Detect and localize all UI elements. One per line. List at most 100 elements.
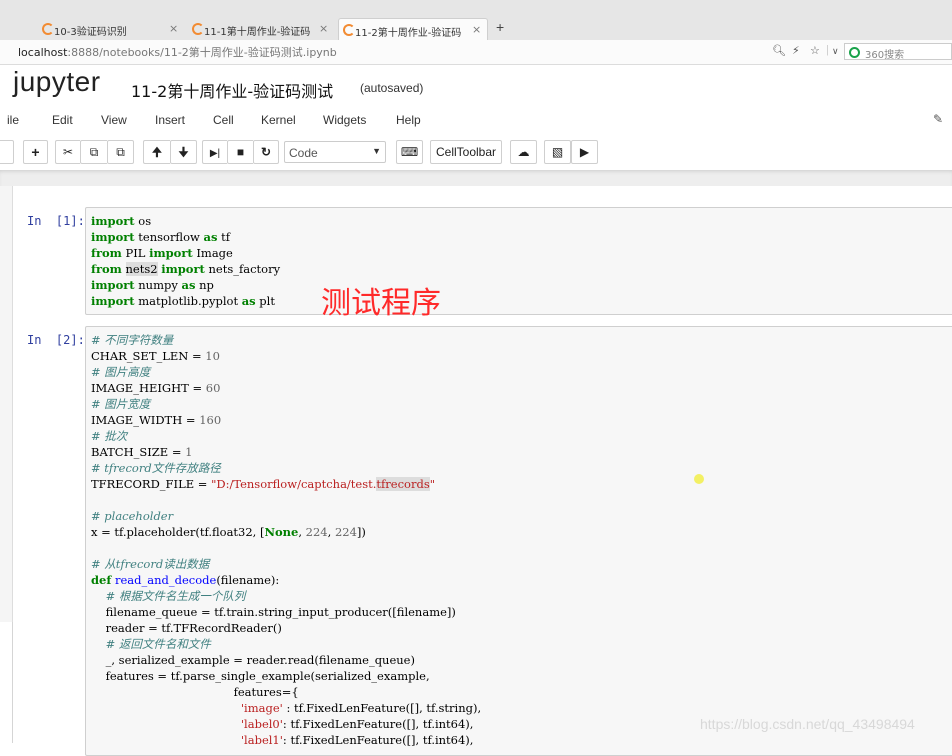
code-line: x = tf.placeholder(tf.float32, [None, 22… xyxy=(91,525,366,539)
loading-icon xyxy=(42,23,54,35)
celltoolbar-button[interactable]: CellToolbar xyxy=(430,140,502,164)
url-host: localhost xyxy=(18,46,68,59)
move-up-button[interactable]: 🠉 xyxy=(143,140,170,164)
play-icon: ▶ xyxy=(579,145,590,159)
code-line: def read_and_decode(filename): xyxy=(91,573,280,587)
menu-edit[interactable]: Edit xyxy=(52,113,73,127)
code-line: reader = tf.TFRecordReader() xyxy=(91,621,282,635)
save-button[interactable] xyxy=(0,140,14,164)
watermark: https://blog.csdn.net/qq_43498494 xyxy=(700,716,915,732)
code-line: features={ xyxy=(91,685,299,699)
code-line: IMAGE_WIDTH = 160 xyxy=(91,413,222,427)
search-engine-icon xyxy=(849,47,860,58)
code-line: 'label0': tf.FixedLenFeature([], tf.int6… xyxy=(240,717,474,731)
browser-tab[interactable]: 10-3验证码识别 × xyxy=(38,18,186,40)
refresh-icon: ↻ xyxy=(260,145,272,159)
code-line: # placeholder xyxy=(91,509,174,523)
star-icon[interactable]: ☆ xyxy=(810,44,820,57)
code-line: import matplotlib.pyplot as plt xyxy=(91,294,275,308)
tab-close-icon[interactable]: × xyxy=(169,22,178,35)
code-line: 'label1': tf.FixedLenFeature([], tf.int6… xyxy=(240,733,474,747)
presentation-button[interactable]: ▶ xyxy=(571,140,598,164)
scissors-icon: ✂ xyxy=(62,145,74,159)
menu-insert[interactable]: Insert xyxy=(155,113,185,127)
cloud-upload-icon: ☁ xyxy=(517,145,530,159)
save-status: (autosaved) xyxy=(360,81,424,95)
code-line: 'image' : tf.FixedLenFeature([], tf.stri… xyxy=(240,701,482,715)
code-line: # 不同字符数量 xyxy=(91,333,174,347)
code-line: IMAGE_HEIGHT = 60 xyxy=(91,381,221,395)
code-line: # 从tfrecord读出数据 xyxy=(91,557,210,571)
cell-prompt: In [2]: xyxy=(27,333,85,347)
trash-icon: ▧ xyxy=(551,145,564,159)
cell-type-value: Code xyxy=(289,146,318,160)
arrow-down-icon: 🠋 xyxy=(178,145,189,159)
code-line: # 图片宽度 xyxy=(91,397,151,411)
celltoolbar-label: CellToolbar xyxy=(435,145,497,159)
stop-icon: ■ xyxy=(236,145,245,159)
code-line: BATCH_SIZE = 1 xyxy=(91,445,193,459)
browser-tab[interactable]: 11-1第十周作业-验证码 × xyxy=(188,18,336,40)
edit-pencil-icon[interactable]: ✎ xyxy=(933,112,943,126)
address-bar[interactable]: localhost:8888/notebooks/11-2第十周作业-验证码测试… xyxy=(0,40,952,65)
move-down-button[interactable]: 🠋 xyxy=(170,140,197,164)
mouse-cursor-highlight xyxy=(694,474,704,484)
loading-icon xyxy=(343,24,355,36)
paste-icon: ⧉ xyxy=(116,145,125,159)
run-button[interactable]: ▶| xyxy=(202,140,227,164)
menu-bar: ile Edit View Insert Cell Kernel Widgets… xyxy=(0,108,952,132)
menu-help[interactable]: Help xyxy=(396,113,421,127)
upload-button[interactable]: ☁ xyxy=(510,140,537,164)
notebook-separator xyxy=(0,170,952,186)
tab-label: 11-2第十周作业-验证码 xyxy=(355,28,462,39)
tab-close-icon[interactable]: × xyxy=(472,23,481,36)
chevron-down-icon[interactable]: ∨ xyxy=(832,46,839,57)
code-line: import tensorflow as tf xyxy=(91,230,231,244)
copy-icon: ⧉ xyxy=(89,145,99,159)
cell-prompt: In [1]: xyxy=(27,214,85,228)
plus-icon: + xyxy=(31,144,40,160)
menu-widgets[interactable]: Widgets xyxy=(323,113,366,127)
search-input[interactable]: 360搜索 xyxy=(844,43,952,61)
zoom-icon[interactable]: 🔍︎ xyxy=(772,44,786,57)
search-placeholder: 360搜索 xyxy=(865,50,905,61)
menu-kernel[interactable]: Kernel xyxy=(261,113,296,127)
code-line: _, serialized_example = reader.read(file… xyxy=(91,653,415,667)
step-forward-icon: ▶| xyxy=(209,148,221,159)
caret-down-icon: ▼ xyxy=(372,146,381,156)
code-line: # 图片高度 xyxy=(91,365,151,379)
copy-button[interactable]: ⧉ xyxy=(80,140,107,164)
code-line: import os xyxy=(91,214,152,228)
cell-type-select[interactable]: Code ▼ xyxy=(284,141,386,163)
code-line: # 返回文件名和文件 xyxy=(105,637,211,651)
code-line: CHAR_SET_LEN = 10 xyxy=(91,349,220,363)
loading-icon xyxy=(192,23,204,35)
paste-button[interactable]: ⧉ xyxy=(107,140,134,164)
menu-cell[interactable]: Cell xyxy=(213,113,234,127)
flash-icon[interactable]: ⚡︎ xyxy=(792,44,800,57)
menu-view[interactable]: View xyxy=(101,113,127,127)
code-line: filename_queue = tf.train.string_input_p… xyxy=(91,605,456,619)
browser-tab-strip: 10-3验证码识别 × 11-1第十周作业-验证码 × 11-2第十周作业-验证… xyxy=(0,0,952,40)
new-tab-button[interactable]: + xyxy=(496,19,504,35)
code-line: # 批次 xyxy=(91,429,128,443)
url-text[interactable]: localhost:8888/notebooks/11-2第十周作业-验证码测试… xyxy=(18,44,337,60)
restart-button[interactable]: ↻ xyxy=(253,140,279,164)
cut-button[interactable]: ✂ xyxy=(55,140,80,164)
tab-close-icon[interactable]: × xyxy=(319,22,328,35)
jupyter-logo[interactable]: jupyter xyxy=(13,66,101,98)
interrupt-button[interactable]: ■ xyxy=(227,140,253,164)
browser-tab-active[interactable]: 11-2第十周作业-验证码 × xyxy=(338,18,488,40)
code-line: # tfrecord文件存放路径 xyxy=(91,461,221,475)
code-line: TFRECORD_FILE = "D:/Tensorflow/captcha/t… xyxy=(91,477,436,491)
command-palette-button[interactable]: ⌨ xyxy=(396,140,423,164)
tab-label: 10-3验证码识别 xyxy=(54,27,127,38)
code-line: from PIL import Image xyxy=(91,246,233,260)
divider: | xyxy=(826,44,829,56)
insert-cell-button[interactable]: + xyxy=(23,140,48,164)
toolbar-extra-button[interactable]: ▧ xyxy=(544,140,571,164)
notebook-title[interactable]: 11-2第十周作业-验证码测试 xyxy=(131,78,333,102)
side-panel-edge xyxy=(0,186,13,622)
arrow-up-icon: 🠉 xyxy=(152,145,162,159)
menu-file[interactable]: ile xyxy=(7,113,19,127)
